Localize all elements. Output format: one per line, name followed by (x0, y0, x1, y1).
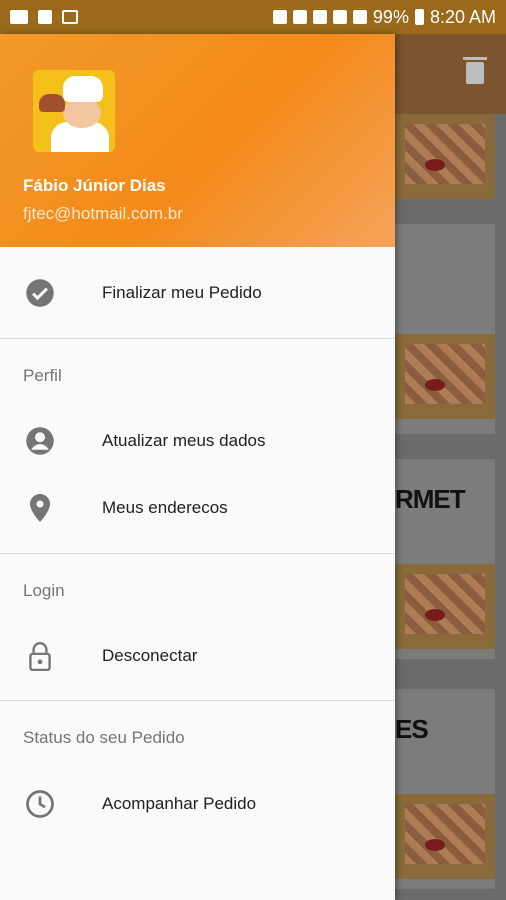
card-title: RMET (395, 484, 466, 514)
menu-item-label: Meus enderecos (102, 498, 228, 517)
menu-item-label: Finalizar meu Pedido (102, 283, 262, 302)
alarm-icon (292, 10, 307, 24)
chef-hat (63, 76, 103, 102)
divider (0, 700, 395, 701)
clock-icon (24, 788, 56, 820)
menu-item-update-data[interactable]: Atualizar meus dados (0, 413, 395, 469)
location-pin-icon (24, 492, 56, 524)
navigation-drawer: Fábio Júnior Dias fjtec@hotmail.com.br F… (0, 34, 395, 900)
section-header-profile: Perfil (23, 366, 62, 385)
food-image (395, 564, 495, 649)
drawer-header: Fábio Júnior Dias fjtec@hotmail.com.br (0, 34, 395, 247)
status-bar: 99% 8:20 AM (0, 0, 506, 34)
battery-percent: 99% (372, 6, 409, 27)
menu-item-track-order[interactable]: Acompanhar Pedido (0, 776, 395, 832)
check-circle-icon (24, 277, 56, 309)
wifi-icon (312, 10, 327, 24)
trash-icon[interactable] (463, 57, 487, 84)
divider (0, 338, 395, 339)
user-name: Fábio Júnior Dias (23, 176, 166, 195)
avatar[interactable] (33, 70, 115, 152)
notification-icons (0, 10, 78, 24)
signal-icon (352, 10, 367, 24)
card-title: ES (395, 714, 429, 744)
sim-icon (332, 10, 347, 24)
divider (0, 553, 395, 554)
account-circle-icon (24, 425, 56, 457)
system-icons: 99% 8:20 AM (272, 0, 496, 34)
food-image (395, 114, 495, 199)
voicemail-icon (62, 10, 78, 24)
battery-icon (414, 9, 424, 25)
facebook-icon (38, 10, 52, 24)
section-header-order-status: Status do seu Pedido (23, 728, 185, 747)
menu-item-label: Acompanhar Pedido (102, 794, 257, 813)
menu-item-disconnect[interactable]: Desconectar (0, 628, 395, 684)
burger-icon (39, 94, 65, 112)
chef-face (63, 98, 101, 128)
cast-icon (272, 10, 287, 24)
food-image (395, 794, 495, 879)
menu-item-label: Atualizar meus dados (102, 431, 266, 450)
section-header-login: Login (23, 581, 65, 600)
food-image (395, 334, 495, 419)
video-icon (10, 10, 28, 24)
menu-item-finalize-order[interactable]: Finalizar meu Pedido (0, 265, 395, 321)
lock-icon (24, 640, 56, 672)
menu-item-label: Desconectar (102, 646, 198, 665)
menu-item-my-addresses[interactable]: Meus enderecos (0, 480, 395, 536)
clock-time: 8:20 AM (429, 6, 496, 27)
user-email: fjtec@hotmail.com.br (23, 204, 183, 223)
